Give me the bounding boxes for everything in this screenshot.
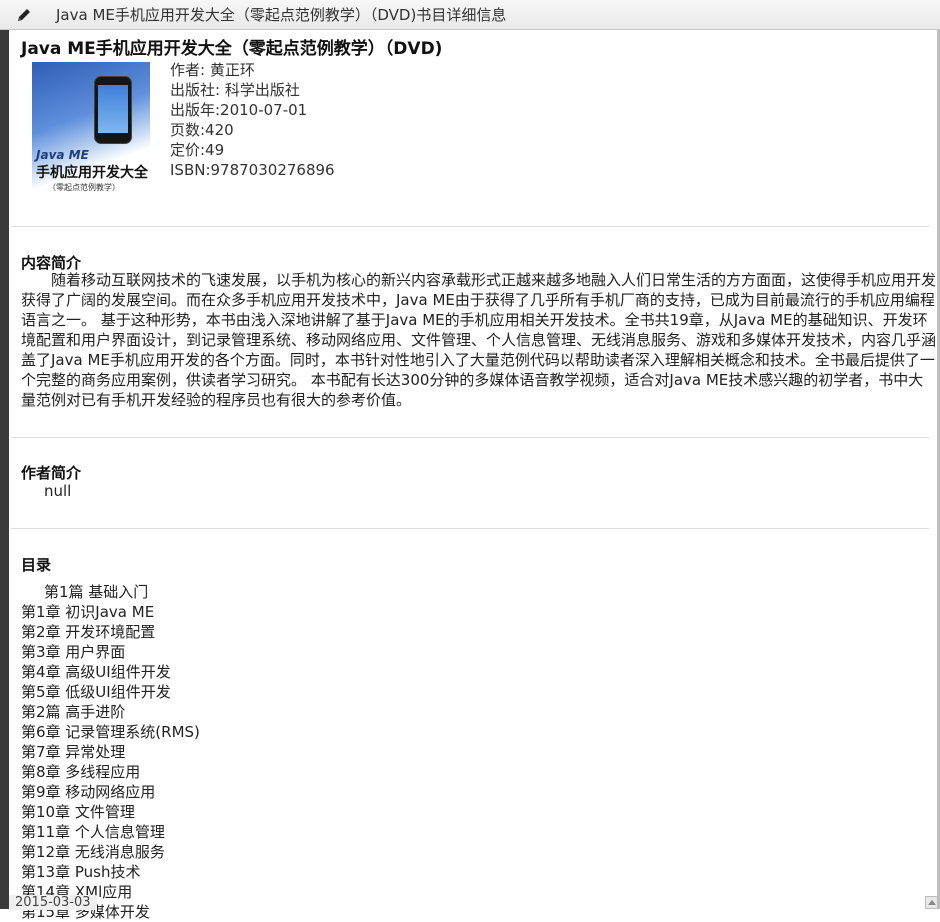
- book-title: Java ME手机应用开发大全（零起点范例教学）（DVD): [21, 39, 443, 59]
- book-meta: 作者: 黄正环 出版社: 科学出版社 出版年:2010-07-01 页数:420…: [170, 60, 335, 180]
- phone-icon: [94, 76, 132, 144]
- toc-list: 第1篇 基础入门 第1章 初识Java ME 第2章 开发环境配置 第3章 用户…: [21, 582, 200, 922]
- book-publisher: 出版社: 科学出版社: [170, 81, 300, 99]
- divider: [11, 528, 929, 529]
- toc-item: 第2篇 高手进阶: [21, 703, 126, 721]
- cover-text-line2: 手机应用开发大全: [36, 165, 148, 181]
- toc-item: 第5章 低级UI组件开发: [21, 683, 171, 701]
- toc-item: 第12章 无线消息服务: [21, 843, 165, 861]
- toc-item: 第6章 记录管理系统(RMS): [21, 723, 200, 741]
- toc-item: 第4章 高级UI组件开发: [21, 663, 171, 681]
- toc-item: 第13章 Push技术: [21, 863, 141, 881]
- toc-item: 第7章 异常处理: [21, 743, 126, 761]
- toc-item: 第10章 文件管理: [21, 803, 135, 821]
- book-pub-year: 出版年:2010-07-01: [170, 101, 308, 119]
- book-price: 定价:49: [170, 141, 225, 159]
- book-cover-image: Java ME 手机应用开发大全 （零起点范例教学）: [32, 62, 150, 198]
- author-intro-text: null: [44, 482, 72, 500]
- left-edge-bar: [0, 30, 9, 909]
- divider: [11, 226, 929, 227]
- cover-text-line3: （零起点范例教学）: [48, 183, 120, 192]
- toc-item: 第11章 个人信息管理: [21, 823, 165, 841]
- window-title: Java ME手机应用开发大全（零起点范例教学）（DVD)书目详细信息: [56, 6, 507, 24]
- scroll-to-top-icon[interactable]: [925, 896, 938, 909]
- cover-text-line1: Java ME: [36, 148, 89, 162]
- footer-timestamp: 2015-03-03: [9, 895, 97, 910]
- toc-heading: 目录: [21, 556, 52, 574]
- divider: [11, 437, 929, 438]
- toc-item: 第9章 移动网络应用: [21, 783, 156, 801]
- summary-text: 随着移动互联网技术的飞速发展，以手机为核心的新兴内容承载形式正越来越多地融入人们…: [21, 271, 937, 409]
- toc-item: 第3章 用户界面: [21, 643, 126, 661]
- author-intro-heading: 作者简介: [21, 464, 82, 482]
- window-titlebar: Java ME手机应用开发大全（零起点范例教学）（DVD)书目详细信息: [0, 0, 940, 30]
- toc-item: 第2章 开发环境配置: [21, 623, 156, 641]
- pencil-icon[interactable]: [16, 7, 32, 23]
- toc-item: 第1篇 基础入门: [44, 583, 149, 601]
- toc-item: 第8章 多线程应用: [21, 763, 141, 781]
- book-isbn: ISBN:9787030276896: [170, 161, 335, 179]
- book-detail: Java ME手机应用开发大全（零起点范例教学）（DVD) Java ME 手机…: [11, 36, 936, 921]
- book-pages: 页数:420: [170, 121, 234, 139]
- book-author: 作者: 黄正环: [170, 61, 255, 79]
- toc-item: 第1章 初识Java ME: [21, 603, 155, 621]
